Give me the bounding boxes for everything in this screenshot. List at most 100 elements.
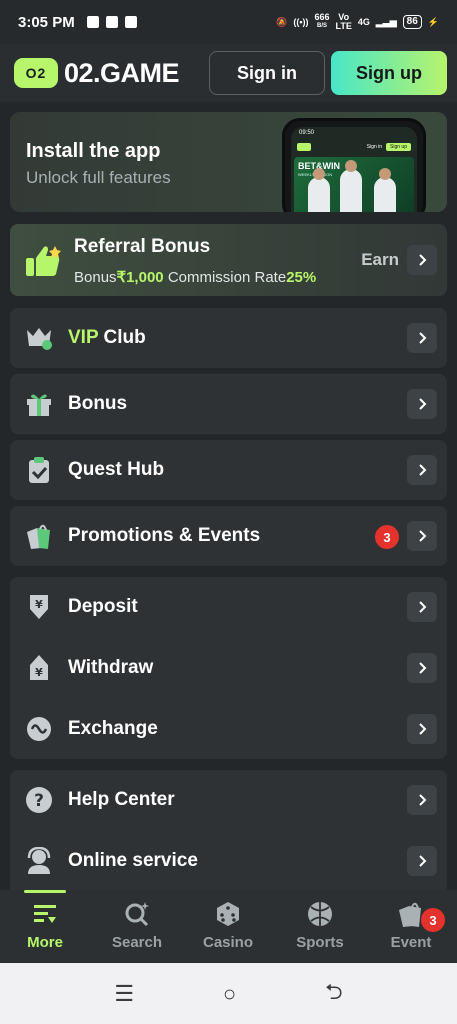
referral-details: Bonus₹1,000 Commission Rate25%: [74, 268, 316, 286]
sign-in-button[interactable]: Sign in: [209, 51, 325, 95]
menu-item-withdraw[interactable]: ¥ Withdraw: [10, 638, 447, 698]
home-icon[interactable]: ○: [223, 981, 236, 1007]
dice-icon: [217, 902, 239, 926]
withdraw-icon: ¥: [24, 654, 54, 682]
mute-icon: 🔕: [276, 16, 288, 27]
recent-apps-icon[interactable]: ☰: [114, 981, 134, 1007]
network-speed-value: 666: [314, 12, 330, 22]
bonus-label: Bonus: [68, 393, 128, 414]
sign-up-button[interactable]: Sign up: [331, 51, 447, 95]
install-app-banner[interactable]: Install the app Unlock full features 09:…: [10, 112, 447, 212]
player-figure: [308, 168, 330, 212]
help-center-label: Help Center: [68, 789, 175, 810]
earn-label: Earn: [361, 250, 399, 269]
promotions-label: Promotions & Events: [68, 525, 261, 546]
install-subtitle: Unlock full features: [26, 168, 171, 187]
bonus-label: Bonus: [74, 269, 117, 286]
tab-casino[interactable]: Casino: [188, 890, 268, 963]
chevron-right-icon[interactable]: [407, 714, 437, 744]
tab-search-label: Search: [111, 934, 163, 951]
menu-item-help-center[interactable]: ? Help Center: [10, 770, 447, 830]
system-navigation-bar: ☰ ○ ⮌: [0, 963, 457, 1024]
wallet-card: ¥ Deposit ¥ Withdraw Exchange: [10, 577, 447, 759]
deposit-label: Deposit: [68, 596, 138, 617]
svg-text:¥: ¥: [35, 598, 43, 611]
network-type: 4G: [357, 17, 370, 27]
player-figure: [374, 168, 396, 212]
menu-item-deposit[interactable]: ¥ Deposit: [10, 577, 447, 637]
signal-icon: ▂▃▅: [375, 16, 397, 27]
tab-search[interactable]: Search: [97, 890, 177, 963]
help-question-icon: ?: [24, 786, 54, 814]
battery-level: 86: [402, 15, 422, 29]
quest-hub-label: Quest Hub: [68, 459, 165, 480]
search-icon: [125, 902, 149, 927]
quest-hub-card[interactable]: Quest Hub: [10, 440, 447, 500]
vip-club-card[interactable]: VIP Club: [10, 308, 447, 368]
chevron-right-icon[interactable]: [407, 389, 437, 419]
clipboard-check-icon: [24, 456, 54, 484]
vip-suffix: Club: [98, 327, 146, 348]
network-speed-unit: B/S: [317, 23, 328, 29]
tab-more[interactable]: More: [5, 890, 85, 963]
chevron-right-icon[interactable]: [407, 245, 437, 275]
tab-more-label: More: [27, 934, 63, 951]
menu-item-exchange[interactable]: Exchange: [10, 699, 447, 759]
chevron-right-icon[interactable]: [407, 592, 437, 622]
status-time: 3:05 PM: [18, 13, 75, 31]
app-header: O2 02.GAME Sign in Sign up: [0, 44, 457, 102]
logo-mascot-icon: O2: [14, 58, 58, 88]
menu-item-online-service[interactable]: Online service: [10, 831, 447, 891]
svg-text:¥: ¥: [35, 666, 43, 679]
volte-bottom: LTE: [335, 21, 352, 31]
sports-ball-icon: [308, 902, 332, 926]
hotspot-icon: ((•)): [293, 17, 309, 27]
chevron-right-icon[interactable]: [407, 785, 437, 815]
charging-icon: ⚡: [427, 16, 439, 27]
menu-item-vip-club[interactable]: VIP Club: [10, 308, 447, 368]
referral-bonus-card[interactable]: Referral Bonus Bonus₹1,000 Commission Ra…: [10, 224, 447, 296]
image-notification-icon: [124, 16, 137, 28]
chevron-right-icon[interactable]: [407, 455, 437, 485]
back-icon[interactable]: ⮌: [325, 975, 343, 1013]
event-count-badge: 3: [421, 908, 445, 932]
vip-prefix: VIP: [68, 327, 99, 348]
menu-item-promotions[interactable]: Promotions & Events 3: [10, 506, 447, 566]
chevron-right-icon[interactable]: [407, 521, 437, 551]
menu-item-quest-hub[interactable]: Quest Hub: [10, 440, 447, 500]
phone-time: 09:50: [299, 130, 315, 136]
menu-item-bonus[interactable]: Bonus: [10, 374, 447, 434]
phone-sign-up: Sign up: [386, 143, 411, 151]
exchange-icon: [24, 715, 54, 743]
exchange-label: Exchange: [68, 718, 158, 739]
bonus-card[interactable]: Bonus: [10, 374, 447, 434]
online-service-label: Online service: [68, 850, 198, 871]
gift-icon: [24, 390, 54, 418]
chevron-right-icon[interactable]: [407, 653, 437, 683]
phone-logo-icon: [297, 143, 311, 151]
phone-sign-in: Sign in: [366, 144, 383, 150]
player-figure: [340, 160, 362, 212]
tab-casino-label: Casino: [202, 934, 253, 951]
promotions-card[interactable]: Promotions & Events 3: [10, 506, 447, 566]
android-notification-icon: [105, 16, 118, 28]
logo[interactable]: O2 02.GAME: [14, 58, 180, 89]
bottom-tab-bar: More Search Casino Sports Event 3: [0, 890, 457, 963]
vip-crown-icon: [24, 324, 54, 352]
tab-event-label: Event: [390, 934, 432, 951]
support-card: ? Help Center Online service: [10, 770, 447, 895]
tab-sports[interactable]: Sports: [280, 890, 360, 963]
deposit-icon: ¥: [24, 593, 54, 621]
tab-sports-label: Sports: [296, 934, 344, 951]
chevron-right-icon[interactable]: [407, 323, 437, 353]
chevron-right-icon[interactable]: [407, 846, 437, 876]
more-menu-icon: [34, 905, 56, 923]
svg-text:?: ?: [34, 791, 44, 811]
commission-label: Commission Rate: [167, 269, 287, 286]
bonus-value: ₹1,000: [116, 269, 164, 286]
app-notification-icon: [86, 16, 99, 28]
shopping-bags-icon: [24, 522, 54, 550]
promotions-count-badge: 3: [375, 525, 399, 549]
tab-event[interactable]: Event 3: [371, 890, 451, 963]
phone-mockup-image: 09:50 Sign in Sign up BET&WIN WEEKLY SEA…: [282, 118, 426, 212]
